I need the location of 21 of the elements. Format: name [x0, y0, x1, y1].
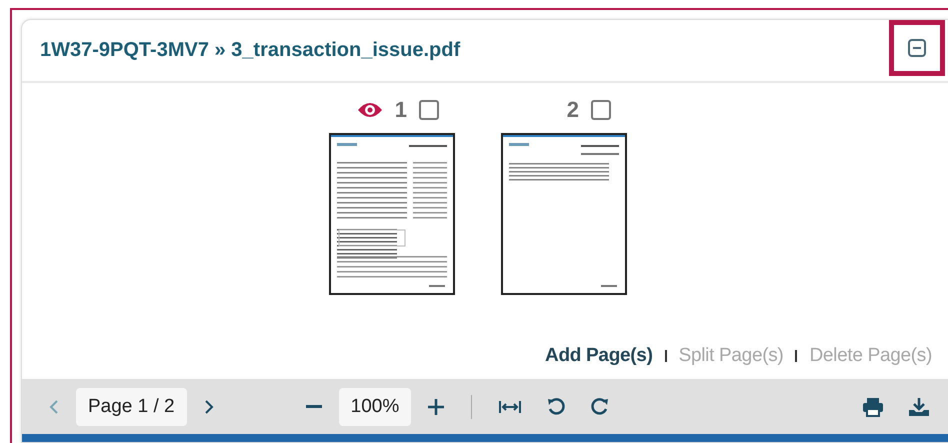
page-action-link[interactable]: Add Page(s) [545, 345, 653, 367]
page-number: 2 [566, 97, 579, 123]
minus-icon [304, 405, 323, 408]
print-icon [862, 396, 884, 416]
fit-width-icon [498, 400, 522, 414]
page-checkbox[interactable] [419, 100, 439, 120]
rotate-right-icon [590, 396, 610, 416]
page-number: 1 [394, 97, 407, 123]
collapse-icon [907, 38, 927, 58]
download-icon [908, 396, 930, 416]
page-checkbox[interactable] [591, 100, 611, 120]
page-thumbnail[interactable] [329, 133, 455, 295]
chevron-right-icon [202, 398, 215, 414]
chevron-left-icon [48, 398, 60, 414]
rotate-left-icon [546, 396, 566, 416]
collapse-button[interactable] [889, 20, 945, 76]
zoom-field[interactable]: 100% [338, 388, 412, 426]
plus-icon [427, 398, 446, 416]
page-field[interactable]: Page 1 / 2 [76, 388, 187, 426]
page-thumbnail[interactable] [501, 133, 627, 295]
document-title: 1W37-9PQT-3MV7 » 3_transaction_issue.pdf [40, 39, 460, 62]
